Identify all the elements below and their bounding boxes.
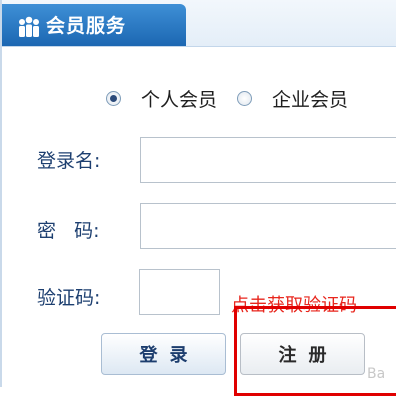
panel-header: 会员服务 [2,0,396,47]
login-button[interactable]: 登录 [101,333,226,375]
enterprise-member-label[interactable]: 企业会员 [272,85,348,112]
username-input[interactable] [140,137,396,183]
member-type-selector: 个人会员 企业会员 [106,84,368,112]
panel-title: 会员服务 [46,15,127,37]
personal-member-label[interactable]: 个人会员 [141,85,217,112]
username-label: 登录名: [37,150,101,172]
member-login-panel: 会员服务 个人会员 企业会员 登录名: 密 码: 验证码: 点击获取验证码 登录… [0,0,396,396]
header-tab: 会员服务 [2,4,186,46]
password-label: 密 码: [37,220,100,242]
captcha-input[interactable] [139,269,220,315]
captcha-label: 验证码: [37,287,101,309]
register-highlight-box [234,306,396,396]
password-input[interactable] [140,203,396,249]
members-icon [17,16,41,38]
watermark-text: Ba [367,366,386,382]
enterprise-member-radio[interactable] [237,90,253,106]
personal-member-radio[interactable] [106,90,121,106]
